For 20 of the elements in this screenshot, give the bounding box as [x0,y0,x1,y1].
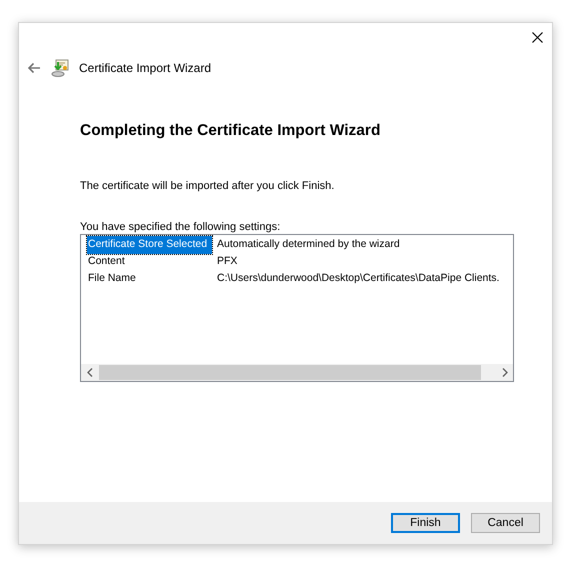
dialog-button[interactable]: Finish [391,513,460,533]
scroll-right-icon[interactable] [502,368,508,377]
back-arrow-icon [27,62,41,74]
scrollbar-thumb[interactable] [99,364,482,380]
certificate-icon [51,59,69,77]
settings-label: You have specified the following settings: [80,220,282,234]
wizard-title: Certificate Import Wizard [79,60,212,77]
dialog-button[interactable]: Cancel [471,513,540,533]
setting-value: Automatically determined by the wizard [216,237,400,252]
intro-text: The certificate will be imported after you click Finish. [80,179,336,194]
setting-value: C:\Users\dunderwood\Desktop\Certificates\DataPipe Clients. [216,271,500,286]
setting-name[interactable]: File Name [87,270,212,288]
horizontal-scrollbar[interactable] [81,364,513,381]
close-icon [532,32,542,42]
page-heading: Completing the Certificate Import Wizard [80,121,382,141]
setting-name[interactable]: Content [87,253,212,272]
setting-name[interactable]: Certificate Store Selected [87,236,212,254]
scroll-left-icon[interactable] [86,368,92,377]
setting-value: PFX [216,254,238,270]
back-button[interactable] [27,62,41,74]
